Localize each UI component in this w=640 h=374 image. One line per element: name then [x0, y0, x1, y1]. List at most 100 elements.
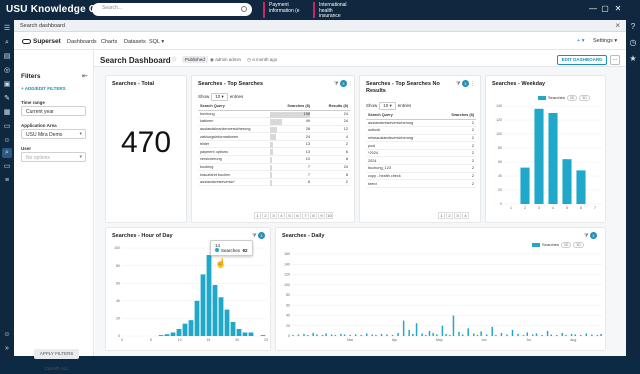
book-icon[interactable]: ▤ — [2, 52, 12, 62]
page-button[interactable]: 1 — [254, 212, 261, 219]
filter-count-badge[interactable]: 3 — [589, 232, 597, 239]
y-tick-label: 120 — [496, 118, 502, 122]
minimize-icon[interactable]: — — [588, 4, 598, 14]
bar — [522, 334, 525, 336]
page-button[interactable]: 5 — [286, 212, 293, 219]
favorite-star-icon[interactable]: ☆ — [171, 55, 177, 63]
x-tick-label: Aug — [570, 338, 576, 342]
search-analytics-icon[interactable]: ⌕ — [2, 148, 12, 158]
filter-icon[interactable]: ⧩ — [334, 81, 338, 87]
tab-international-health-insurance[interactable]: International health insurance — [313, 2, 358, 19]
menu-icon[interactable]: ☰ — [2, 24, 12, 34]
page-size-control: Show 10 ▾ entries — [198, 93, 243, 101]
column-header[interactable]: Searches (8) — [270, 103, 312, 111]
time-range-label: Time range — [21, 100, 45, 105]
filter-count-badge[interactable]: 3 — [257, 232, 265, 239]
bar — [340, 333, 342, 336]
page-button[interactable]: 8 — [310, 212, 317, 219]
search-query-cell: auslandsreiseversic* — [198, 178, 270, 187]
bar — [312, 332, 314, 336]
people-icon[interactable]: ◎ — [2, 66, 12, 76]
page-size-select[interactable]: 10 ▾ — [379, 102, 396, 110]
more-icon[interactable]: ⋮ — [348, 81, 353, 87]
chart-icon[interactable]: ▦ — [2, 108, 12, 118]
more-icon[interactable]: ⋮ — [470, 81, 475, 87]
application-area-select[interactable]: USU Mira Demo ▾ — [21, 129, 86, 139]
bar — [297, 334, 300, 336]
help-icon[interactable]: ? — [628, 22, 638, 32]
user-select[interactable]: No options ▾ — [21, 152, 86, 162]
nav-datasets[interactable]: Datasets — [124, 39, 146, 45]
folder-icon[interactable]: ▭ — [2, 122, 12, 132]
time-range-select[interactable]: Current year — [21, 106, 86, 116]
add-edit-filters-link[interactable]: + ADD/EDIT FILTERS — [21, 86, 66, 91]
nav-charts[interactable]: Charts — [101, 39, 117, 45]
page-button[interactable]: 10 — [326, 212, 333, 219]
searches-value: 24 — [305, 134, 310, 139]
nav-sql[interactable]: SQL ▾ — [149, 39, 164, 45]
close-icon[interactable]: ✕ — [613, 4, 623, 14]
filter-count-badge[interactable]: 3 — [461, 80, 469, 87]
users-icon[interactable]: ☺ — [2, 136, 12, 146]
page-button[interactable]: 4 — [278, 212, 285, 219]
superset-logo[interactable]: Superset — [22, 38, 61, 45]
page-button[interactable]: 6 — [294, 212, 301, 219]
list-icon[interactable]: ≡ — [2, 176, 12, 186]
page-size-select[interactable]: 10 ▾ — [211, 93, 228, 101]
page-button[interactable]: 1 — [438, 212, 445, 219]
favorites-icon[interactable]: ★ — [628, 54, 638, 64]
filter-icon[interactable]: ⧩ — [252, 233, 256, 239]
global-search-input[interactable]: Search... — [92, 3, 252, 16]
page-button[interactable]: 2 — [262, 212, 269, 219]
legend-label[interactable]: Searches — [542, 242, 559, 247]
search-query-cell: buchung_123 — [366, 164, 438, 173]
filter-icon[interactable]: ⧩ — [584, 233, 588, 239]
filter-count-badge[interactable]: 3 — [339, 80, 347, 87]
add-menu-button[interactable]: + ▾ — [577, 38, 585, 44]
search-icon[interactable]: ⌕ — [2, 38, 12, 48]
more-options-button[interactable]: ... — [610, 55, 620, 65]
collapse-icon[interactable]: » — [2, 344, 12, 354]
window-icon[interactable]: ▢ — [600, 4, 610, 14]
bar — [500, 332, 503, 336]
page-button[interactable]: 4 — [462, 212, 469, 219]
document-icon[interactable]: ▣ — [2, 80, 12, 90]
history-icon[interactable]: ◷ — [628, 38, 638, 48]
page-button[interactable]: 3 — [270, 212, 277, 219]
column-header[interactable]: Searches (8) — [438, 112, 476, 120]
filter-icon[interactable]: ⧩ — [456, 81, 460, 87]
clear-all-button[interactable]: CLEAR ALL — [34, 364, 79, 374]
window-icon[interactable]: ▭ — [2, 162, 12, 172]
y-tick-label: 0 — [500, 202, 502, 206]
bar — [371, 334, 374, 336]
page-button[interactable]: 7 — [302, 212, 309, 219]
chart-mode-2d[interactable]: 2D — [566, 95, 578, 101]
chart-mode-3d[interactable]: 3D — [573, 242, 584, 248]
nav-dashboards[interactable]: Dashboards — [67, 39, 97, 45]
legend-label[interactable]: Searches — [548, 95, 565, 100]
chart-mode-3d[interactable]: 3D — [579, 95, 590, 101]
page-button[interactable]: 2 — [446, 212, 453, 219]
column-header[interactable]: Search Query — [366, 112, 438, 120]
column-header[interactable]: Search Query — [198, 103, 270, 111]
edit-icon[interactable]: ✎ — [2, 94, 12, 104]
edit-dashboard-button[interactable]: EDIT DASHBOARD — [557, 55, 607, 65]
apply-filters-button[interactable]: APPLY FILTERS — [34, 349, 79, 359]
chart-mode-2d[interactable]: 2D — [560, 242, 572, 248]
user-icon[interactable]: ☺ — [2, 330, 12, 340]
page-button[interactable]: 9 — [318, 212, 325, 219]
table-row: pool 2 — [366, 141, 476, 150]
status-badge[interactable]: Published — [182, 56, 208, 63]
searches-value: 13 — [305, 142, 310, 147]
card-title: Searches - Top Searches — [198, 81, 264, 87]
user-label: User — [21, 146, 32, 151]
bar — [386, 334, 388, 336]
close-window-icon[interactable]: × — [615, 21, 620, 30]
time-range-value: Current year — [26, 109, 54, 115]
settings-menu[interactable]: Settings ▾ — [593, 38, 617, 44]
page-button[interactable]: 3 — [454, 212, 461, 219]
collapse-filters-icon[interactable]: ⇤ — [82, 72, 88, 80]
tab-payment-information[interactable]: Payment information (e — [263, 2, 308, 18]
column-header[interactable]: Results (8) — [312, 103, 350, 111]
total-searches-value: 470 — [120, 126, 172, 159]
